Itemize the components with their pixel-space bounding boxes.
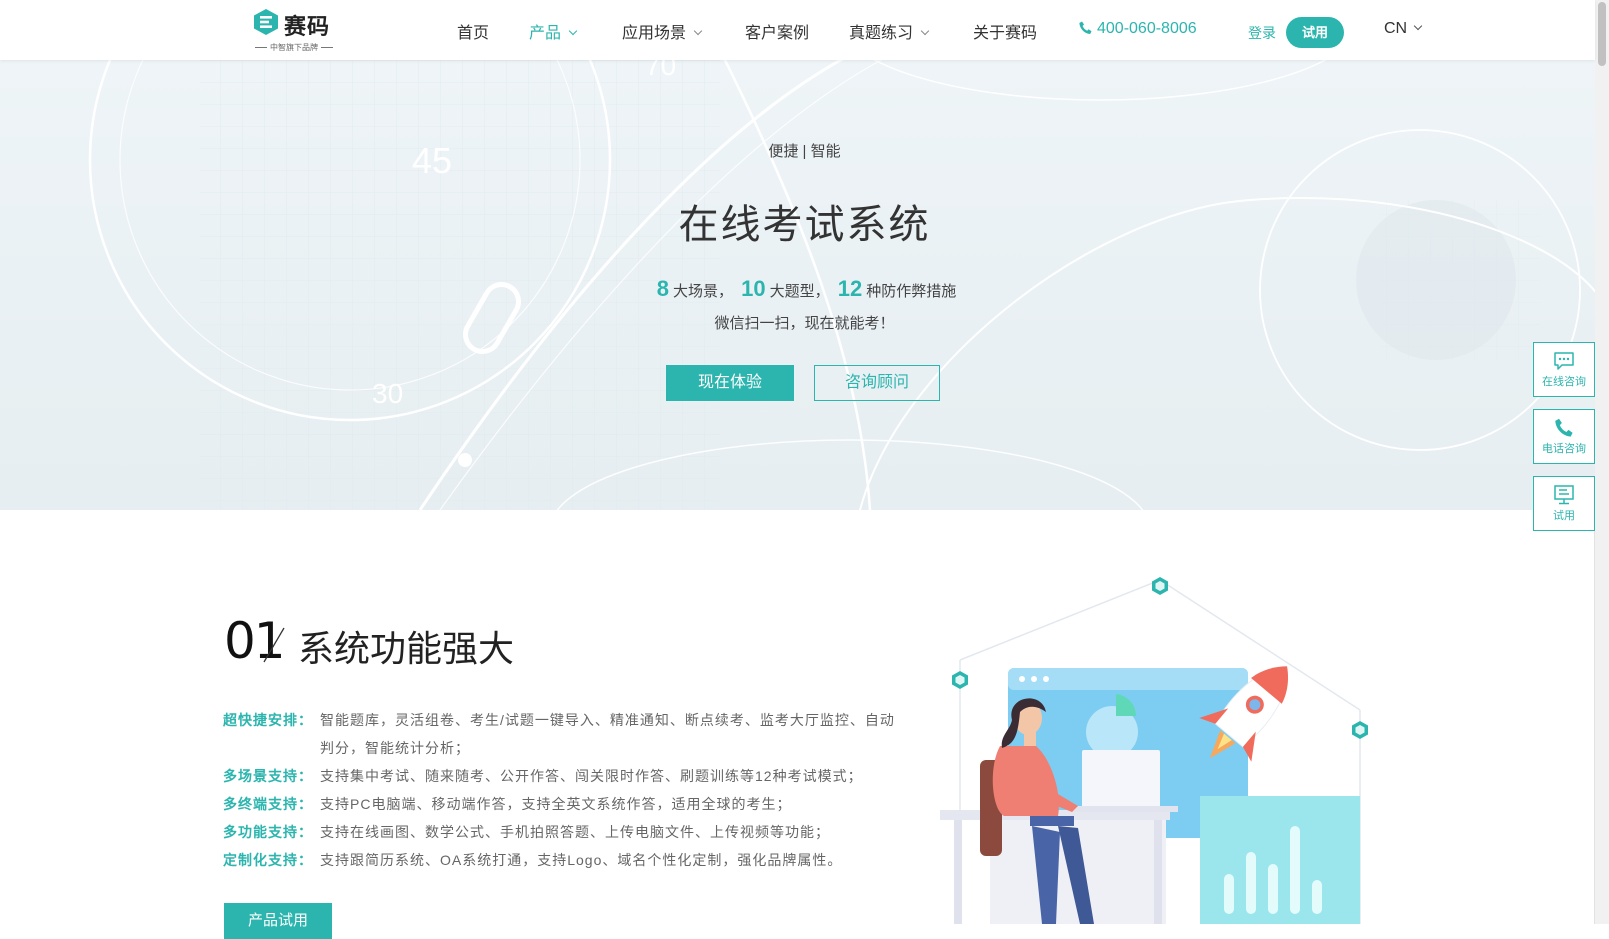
online-exam-illustration (940, 577, 1368, 924)
nav-product[interactable]: 产品 (529, 19, 578, 43)
cube-icon (1352, 721, 1368, 739)
product-trial-button[interactable]: 产品试用 (224, 903, 332, 939)
phone-icon (1079, 21, 1092, 34)
cube-icon (1152, 577, 1168, 595)
feature-item-label: 定制化支持： (223, 852, 313, 868)
float-phone-consult-label: 电话咨询 (1542, 443, 1586, 455)
float-phone-consult[interactable]: 电话咨询 (1533, 409, 1595, 464)
stat-question-types-number: 10 (741, 276, 766, 301)
top-header: 赛码 中智旗下品牌 首页 产品 应用场景 客户案例 真题练习 关于赛码 400-… (0, 0, 1595, 60)
chevron-down-icon (568, 26, 578, 36)
feature-item-desc: 支持跟简历系统、OA系统打通，支持Logo、域名个性化定制，强化品牌属性。 (320, 852, 843, 868)
nav-practice-label: 真题练习 (849, 25, 914, 42)
hero-subtitle: 微信扫一扫，现在就能考！ (714, 315, 895, 332)
feature-item-desc: 支持PC电脑端、移动端作答，支持全英文系统作答，适用全球的考生； (320, 796, 792, 812)
header-trial-button[interactable]: 试用 (1286, 17, 1344, 48)
scrollbar-thumb[interactable] (1598, 2, 1606, 66)
feature-item: 多终端支持： 支持PC电脑端、移动端作答，支持全英文系统作答，适用全球的考生； (223, 790, 903, 818)
float-trial-label: 试用 (1553, 510, 1575, 522)
language-selector[interactable]: CN (1384, 20, 1423, 38)
stat-scenes-label: 大场景， (672, 283, 733, 300)
stat-anticheat-number: 12 (837, 276, 863, 301)
brand-logo[interactable]: 赛码 中智旗下品牌 (252, 6, 342, 54)
language-label: CN (1384, 20, 1408, 37)
phone-icon (1555, 418, 1573, 437)
chevron-down-icon (920, 26, 930, 36)
trial-screen-icon (1554, 485, 1574, 505)
header-phone[interactable]: 400-060-8006 (1079, 20, 1197, 38)
feature-item-desc: 支持在线画图、数学公式、手机拍照答题、上传电脑文件、上传视频等功能； (320, 824, 830, 840)
nav-product-label: 产品 (529, 25, 562, 42)
feature-item-label: 超快捷安排： (223, 712, 313, 728)
chat-bubble-icon (1554, 352, 1574, 370)
hero-title: 在线考试系统 (678, 203, 931, 247)
stat-anticheat-label: 种防作弊措施 (866, 283, 957, 300)
stat-question-types-label: 大题型， (769, 283, 830, 300)
nav-home[interactable]: 首页 (457, 19, 489, 43)
brand-name: 赛码 (284, 14, 331, 39)
page-scrollbar[interactable] (1594, 0, 1609, 924)
brand-subtitle: 中智旗下品牌 (252, 42, 336, 53)
float-online-consult[interactable]: 在线咨询 (1533, 342, 1595, 397)
feature-item-desc: 支持集中考试、随来随考、公开作答、闯关限时作答、刷题训练等12种考试模式； (320, 768, 863, 784)
feature-item: 定制化支持： 支持跟简历系统、OA系统打通，支持Logo、域名个性化定制，强化品牌… (223, 846, 903, 874)
chevron-down-icon (1413, 21, 1423, 31)
feature-item-label: 多终端支持： (223, 796, 313, 812)
cube-icon (952, 671, 968, 689)
nav-cases[interactable]: 客户案例 (745, 19, 809, 43)
consult-advisor-button[interactable]: 咨询顾问 (814, 365, 940, 401)
stat-scenes-number: 8 (656, 276, 669, 301)
feature-slash-decoration (263, 627, 285, 663)
hero-bg-number: 70 (645, 60, 676, 81)
feature-item: 多场景支持： 支持集中考试、随来随考、公开作答、闯关限时作答、刷题训练等12种考试… (223, 762, 903, 790)
feature-title: 系统功能强大 (298, 628, 515, 669)
try-now-button[interactable]: 现在体验 (666, 365, 794, 401)
hero-bg-number: 30 (372, 378, 403, 409)
hero-tagline: 便捷 | 智能 (768, 143, 841, 160)
nav-practice[interactable]: 真题练习 (849, 19, 930, 43)
nav-about[interactable]: 关于赛码 (973, 19, 1037, 43)
chevron-down-icon (693, 26, 703, 36)
float-online-consult-label: 在线咨询 (1542, 376, 1586, 388)
float-trial[interactable]: 试用 (1533, 476, 1595, 531)
nav-scenarios-label: 应用场景 (622, 25, 687, 42)
phone-number: 400-060-8006 (1097, 20, 1197, 37)
feature-item-label: 多功能支持： (223, 824, 313, 840)
feature-item: 多功能支持： 支持在线画图、数学公式、手机拍照答题、上传电脑文件、上传视频等功能； (223, 818, 903, 846)
feature-list: 超快捷安排： 智能题库，灵活组卷、考生/试题一键导入、精准通知、断点续考、监考大厅… (223, 706, 903, 874)
hero-stats: 8 大场景， 10 大题型， 12 种防作弊措施 (0, 276, 1595, 302)
hero-banner: 45 30 70 便捷 | 智能 在线考试系统 8 大场景， 10 大题型， 12 种… (0, 60, 1595, 510)
feature-item-label: 多场景支持： (223, 768, 313, 784)
logo-hexagon-icon (254, 9, 278, 35)
feature-item-desc: 智能题库，灵活组卷、考生/试题一键导入、精准通知、断点续考、监考大厅监控、自动判… (320, 712, 895, 756)
feature-item: 超快捷安排： 智能题库，灵活组卷、考生/试题一键导入、精准通知、断点续考、监考大厅… (223, 706, 903, 762)
login-link[interactable]: 登录 (1248, 23, 1276, 43)
nav-scenarios[interactable]: 应用场景 (622, 19, 703, 43)
